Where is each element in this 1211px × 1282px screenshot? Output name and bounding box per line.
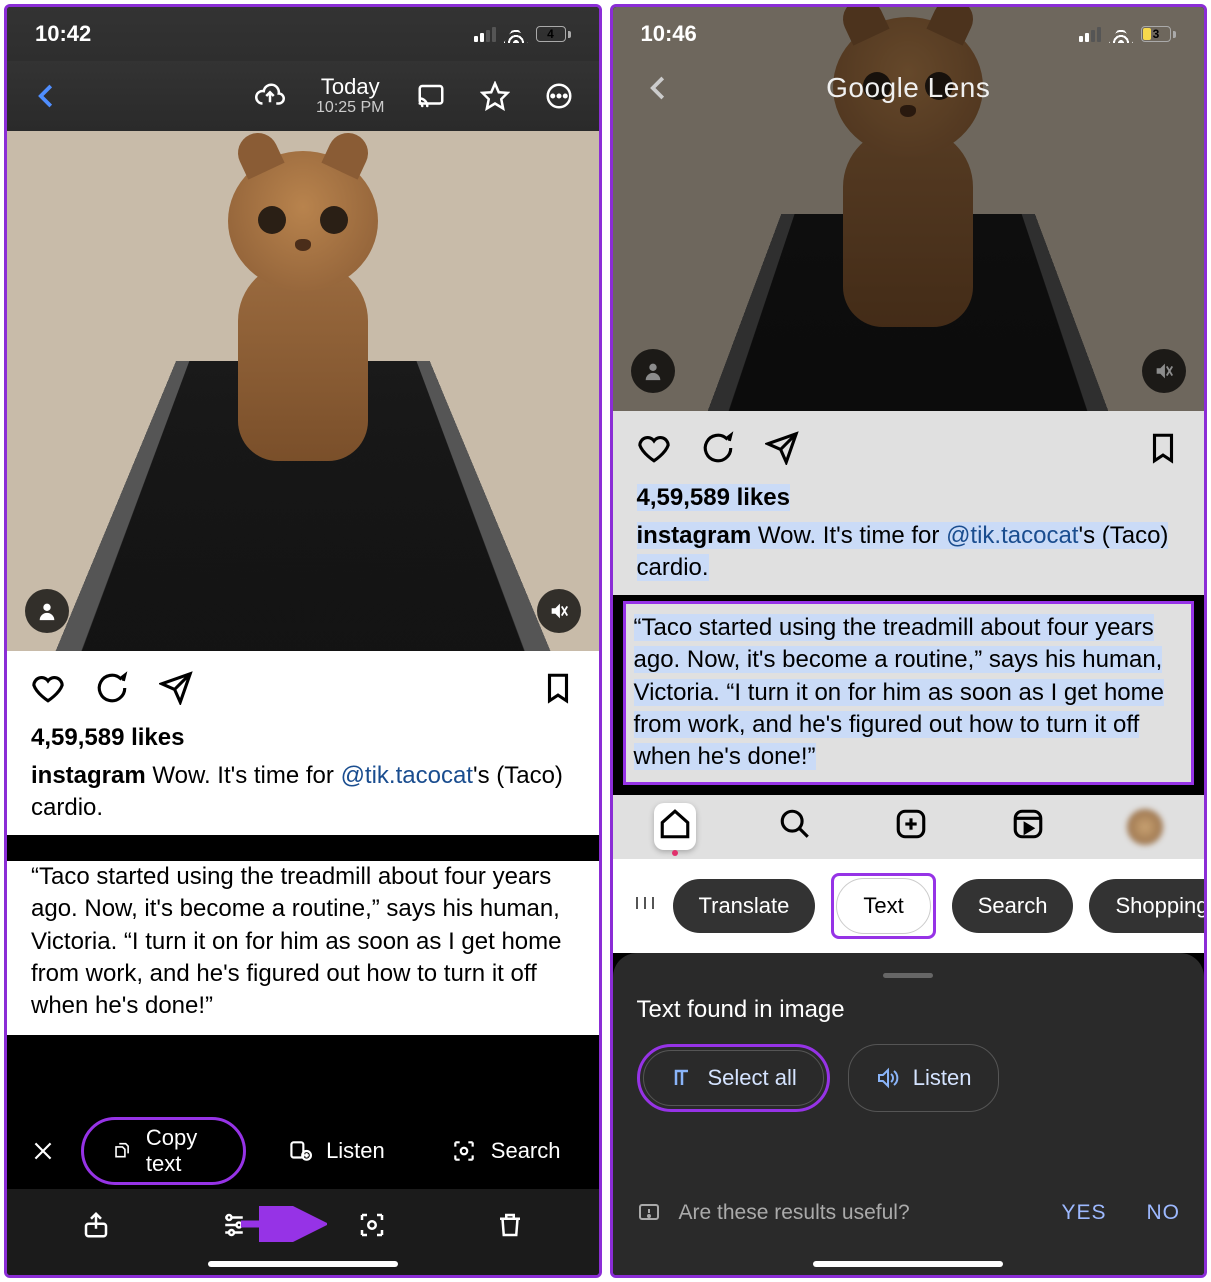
caption-mention[interactable]: @tik.tacocat	[341, 762, 473, 789]
instagram-post-info: 4,59,589 likes instagram Wow. It's time …	[7, 651, 599, 835]
battery-icon: 4	[536, 26, 571, 42]
wifi-icon	[504, 25, 528, 43]
sheet-grab-handle[interactable]	[883, 973, 933, 978]
status-bar: 10:42 4	[7, 7, 599, 61]
wifi-icon	[1109, 25, 1133, 43]
sheet-title: Text found in image	[637, 996, 1181, 1024]
bookmark-icon[interactable]	[541, 671, 575, 710]
lens-action-icon[interactable]	[357, 1210, 387, 1245]
nav-profile-avatar	[1127, 809, 1163, 845]
post-caption: instagram Wow. It's time for @tik.tacoca…	[31, 760, 575, 825]
lens-mode-chips: Translate Text Search Shopping	[613, 859, 1205, 953]
select-all-label: Select all	[708, 1065, 797, 1091]
photos-header: Today 10:25 PM	[7, 61, 599, 131]
back-icon[interactable]	[641, 70, 677, 106]
star-icon[interactable]	[477, 78, 513, 114]
lens-title: Google Lens	[826, 72, 990, 104]
battery-icon: 3	[1141, 26, 1176, 42]
share-icon[interactable]	[159, 671, 193, 710]
nav-home-icon	[654, 803, 696, 850]
chip-shopping[interactable]: Shopping	[1089, 879, 1204, 933]
feedback-no[interactable]: NO	[1147, 1201, 1181, 1225]
copy-text-label: Copy text	[146, 1125, 215, 1177]
filter-icon[interactable]	[633, 891, 657, 920]
post-action-row	[637, 431, 1181, 470]
post-quote-highlighted: “Taco started using the treadmill about …	[623, 601, 1195, 785]
delete-action-icon[interactable]	[495, 1210, 525, 1245]
lens-action-row: Copy text Listen Search	[7, 1117, 599, 1185]
comment-icon[interactable]	[95, 671, 129, 710]
status-right: 4	[474, 25, 571, 43]
signal-icon	[474, 27, 496, 42]
chip-text[interactable]: Text	[836, 878, 930, 934]
nav-search-icon	[778, 807, 812, 846]
comment-icon	[701, 431, 735, 470]
select-all-button[interactable]: Select all	[643, 1050, 824, 1106]
caption-username: instagram	[637, 522, 752, 549]
signal-icon	[1079, 27, 1101, 42]
feedback-yes[interactable]: YES	[1061, 1201, 1106, 1225]
highlight-chip-text: Text	[831, 873, 935, 939]
status-time: 10:42	[35, 21, 91, 47]
likes-count[interactable]: 4,59,589 likes	[31, 724, 575, 752]
like-heart-icon	[637, 431, 671, 470]
highlight-copy-text: Copy text	[81, 1117, 246, 1185]
mute-icon	[1142, 349, 1186, 393]
header-subtitle: 10:25 PM	[316, 99, 384, 117]
nav-new-post-icon	[894, 807, 928, 846]
tagged-people-icon[interactable]	[25, 589, 69, 633]
post-quote-paragraph: “Taco started using the treadmill about …	[7, 861, 599, 1035]
search-label: Search	[491, 1138, 561, 1164]
status-right: 3	[1079, 25, 1176, 43]
close-lens-button[interactable]	[19, 1122, 67, 1180]
listen-button[interactable]: Listen	[848, 1044, 999, 1112]
chip-search[interactable]: Search	[952, 879, 1074, 933]
likes-count: 4,59,589 likes	[637, 484, 1181, 512]
sheet-action-pills: Select all Listen	[637, 1044, 1181, 1112]
listen-button[interactable]: Listen	[260, 1122, 411, 1180]
tagged-people-icon	[631, 349, 675, 393]
caption-username[interactable]: instagram	[31, 762, 146, 789]
cast-icon[interactable]	[413, 78, 449, 114]
home-indicator[interactable]	[208, 1261, 398, 1267]
share-action-icon[interactable]	[81, 1210, 111, 1245]
listen-label: Listen	[913, 1065, 972, 1091]
more-icon[interactable]	[541, 78, 577, 114]
copy-text-button[interactable]: Copy text	[86, 1122, 241, 1180]
bookmark-icon	[1146, 431, 1180, 470]
chip-translate[interactable]: Translate	[673, 879, 816, 933]
nav-reels-icon	[1011, 807, 1045, 846]
post-caption: instagram Wow. It's time for @tik.tacoca…	[637, 520, 1181, 585]
phone-right-google-lens: 10:46 3 Google Lens 4,59,589 likes insta…	[610, 4, 1208, 1278]
header-title-block: Today 10:25 PM	[316, 75, 384, 117]
cloud-upload-icon[interactable]	[252, 78, 288, 114]
instagram-video-thumbnail	[7, 131, 599, 651]
feedback-prompt: Are these results useful?	[679, 1201, 910, 1225]
mute-icon[interactable]	[537, 589, 581, 633]
post-action-row	[31, 671, 575, 710]
lens-header: Google Lens	[613, 57, 1205, 119]
like-heart-icon[interactable]	[31, 671, 65, 710]
highlight-select-all: Select all	[637, 1044, 830, 1112]
search-button[interactable]: Search	[425, 1122, 587, 1180]
instagram-post-info: 4,59,589 likes instagram Wow. It's time …	[613, 411, 1205, 595]
lens-bottom-sheet: Text found in image Select all Listen Ar…	[613, 953, 1205, 1275]
annotation-arrow	[237, 1206, 327, 1247]
phone-left-google-photos: 10:42 4 Today 10:25 PM	[4, 4, 602, 1278]
share-icon	[765, 431, 799, 470]
status-time: 10:46	[641, 21, 697, 47]
feedback-row: Are these results useful? YES NO	[637, 1201, 1181, 1225]
listen-label: Listen	[326, 1138, 385, 1164]
back-icon[interactable]	[29, 78, 65, 114]
caption-mention: @tik.tacocat	[946, 522, 1078, 549]
status-bar: 10:46 3	[613, 7, 1205, 61]
instagram-bottom-nav	[613, 795, 1205, 859]
header-title: Today	[316, 75, 384, 99]
home-indicator[interactable]	[813, 1261, 1003, 1267]
